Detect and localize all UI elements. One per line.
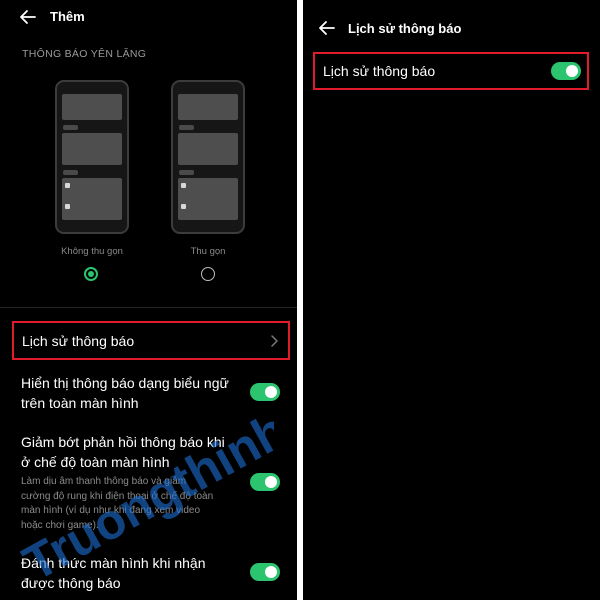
preview-tick — [63, 170, 78, 175]
divider — [0, 307, 297, 308]
setting-reduce-feedback-title: Giảm bớt phản hồi thông báo khi ở chế độ… — [21, 432, 225, 472]
preview-dot — [65, 204, 70, 209]
back-arrow-icon[interactable] — [18, 7, 38, 27]
preview-tick — [179, 170, 194, 175]
right-top-bar: Lịch sử thông báo — [303, 0, 600, 36]
setting-wake-screen-title: Đánh thức màn hình khi nhận được thông b… — [21, 553, 206, 593]
page-title: Lịch sử thông báo — [348, 21, 462, 36]
description-line: hoặc chơi game). — [21, 519, 99, 531]
preview-card — [62, 133, 122, 165]
preview-card — [178, 94, 238, 120]
toggle-knob — [265, 476, 277, 488]
preview-tick — [179, 125, 194, 130]
toggle-reduce-feedback[interactable] — [250, 473, 280, 491]
toggle-knob — [566, 65, 578, 77]
caption-not-collapsed: Không thu gọn — [61, 246, 123, 257]
toggle-wake-screen[interactable] — [250, 563, 280, 581]
toggle-notification-history[interactable] — [551, 62, 581, 80]
right-screen: Lịch sử thông báo Lịch sử thông báo — [303, 0, 600, 600]
notification-history-label: Lịch sử thông báo — [323, 63, 436, 79]
radio-not-collapsed[interactable] — [84, 267, 98, 281]
preview-dot — [65, 183, 70, 188]
preview-card — [178, 178, 238, 220]
chevron-right-icon — [270, 334, 279, 348]
left-screen: Thêm THÔNG BÁO YÊN LẶNG Không thu gọn Th… — [0, 0, 297, 600]
setting-title-line: được thông báo — [21, 575, 121, 591]
toggle-knob — [265, 566, 277, 578]
page-title: Thêm — [50, 9, 85, 24]
setting-fullscreen-banner-title: Hiển thị thông báo dạng biểu ngữ trên to… — [21, 373, 229, 413]
preview-collapsed[interactable] — [171, 80, 245, 234]
preview-card — [178, 133, 238, 165]
preview-tick — [63, 125, 78, 130]
setting-reduce-feedback-description: Làm dịu âm thanh thông báo và giảm cường… — [21, 475, 213, 533]
toggle-fullscreen-banner[interactable] — [250, 383, 280, 401]
notification-history-label: Lịch sử thông báo — [22, 333, 135, 349]
setting-title-line: Đánh thức màn hình khi nhận — [21, 555, 206, 571]
radio-collapsed[interactable] — [201, 267, 215, 281]
preview-dot — [181, 204, 186, 209]
left-top-bar: Thêm — [0, 0, 297, 34]
preview-card — [62, 178, 122, 220]
caption-collapsed: Thu gọn — [190, 246, 226, 257]
setting-title-line: ở chế độ toàn màn hình — [21, 454, 170, 470]
setting-title-line: Hiển thị thông báo dạng biểu ngữ — [21, 375, 229, 391]
preview-dot — [181, 183, 186, 188]
preview-not-collapsed[interactable] — [55, 80, 129, 234]
notification-history-toggle-row[interactable]: Lịch sử thông báo — [313, 52, 589, 90]
description-line: màn hình (ví dụ như khi đang xem video — [21, 505, 201, 516]
back-arrow-icon[interactable] — [317, 18, 337, 38]
preview-card — [62, 94, 122, 120]
description-line: Làm dịu âm thanh thông báo và giảm — [21, 476, 187, 487]
description-line: cường độ rung khi điện thoại ở chế độ to… — [21, 490, 214, 502]
section-heading: THÔNG BÁO YÊN LẶNG — [22, 48, 147, 60]
toggle-knob — [265, 386, 277, 398]
setting-title-line: Giảm bớt phản hồi thông báo khi — [21, 434, 225, 450]
notification-history-row[interactable]: Lịch sử thông báo — [12, 321, 290, 360]
setting-title-line: trên toàn màn hình — [21, 395, 139, 411]
